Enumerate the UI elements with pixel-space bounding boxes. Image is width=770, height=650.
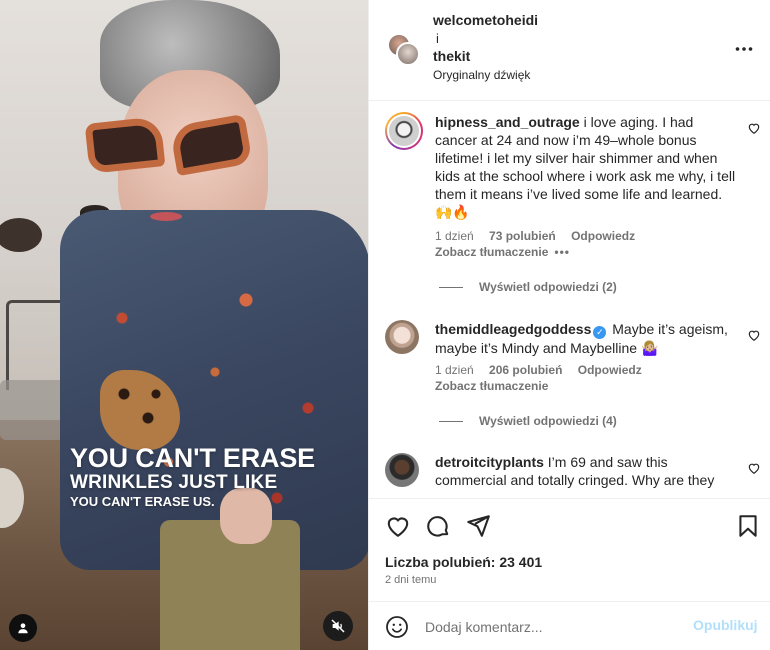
video-player[interactable]: YOU CAN'T ERASE WRINKLES JUST LIKE YOU C… — [0, 0, 368, 650]
comment-age[interactable]: 1 dzień — [435, 363, 474, 377]
avatar[interactable] — [385, 320, 419, 354]
lips — [150, 212, 182, 221]
divider — [439, 287, 463, 289]
comment-icon[interactable] — [425, 513, 451, 539]
heart-icon[interactable] — [747, 121, 761, 135]
comment-text: detroitcityplants I’m 69 and saw this co… — [435, 453, 739, 489]
overlay-line-2: WRINKLES JUST LIKE — [70, 472, 278, 493]
collab-avatars[interactable] — [387, 33, 421, 67]
comment-username[interactable]: hipness_and_outrage — [435, 114, 580, 130]
overlay-line-1: YOU CAN'T ERASE — [70, 443, 315, 473]
comments-list[interactable]: hipness_and_outrage i love aging. I had … — [369, 102, 770, 498]
comment-text: hipness_and_outrage i love aging. I had … — [435, 113, 739, 221]
left-lens — [84, 116, 166, 174]
avatar[interactable] — [396, 42, 420, 66]
author-username[interactable]: welcometoheidi — [433, 12, 538, 28]
action-bar: Liczba polubień: 23 401 2 dni temu — [369, 498, 770, 602]
heart-icon[interactable] — [747, 328, 761, 342]
person-figure — [40, 0, 368, 650]
overlay-line-3: YOU CAN'T ERASE US. — [70, 494, 215, 509]
collab-conjunction: i — [436, 31, 439, 46]
more-options-button[interactable] — [735, 36, 753, 56]
view-replies-button[interactable]: Wyświetl odpowiedzi (2) — [439, 280, 617, 294]
likes-count[interactable]: Liczba polubień: 23 401 — [385, 554, 542, 570]
comment-composer: Opublikuj — [369, 603, 770, 650]
comment-username[interactable]: themiddleagedgoddess — [435, 321, 591, 337]
collaborator-username[interactable]: thekit — [433, 48, 470, 64]
avatar-image — [387, 114, 421, 148]
sunglasses — [84, 112, 267, 177]
reply-button[interactable]: Odpowiedz — [571, 229, 635, 243]
bookmark-icon[interactable] — [735, 513, 761, 539]
heart-icon[interactable] — [747, 461, 761, 475]
audio-muted-icon — [331, 619, 345, 633]
audio-label[interactable]: Oryginalny dźwięk — [433, 68, 530, 82]
post-sidebar: welcometoheidi i thekit Oryginalny dźwię… — [368, 0, 770, 650]
view-replies-label[interactable]: Wyświetl odpowiedzi (4) — [479, 414, 617, 428]
comment-meta: 1 dzień 73 polubień Odpowiedz — [435, 229, 647, 243]
right-lens — [169, 113, 253, 177]
heart-icon[interactable] — [385, 513, 411, 539]
comment-meta: 1 dzień 206 polubień Odpowiedz — [435, 363, 654, 377]
post-timestamp[interactable]: 2 dni temu — [385, 574, 436, 586]
view-replies-button[interactable]: Wyświetl odpowiedzi (4) — [439, 414, 617, 428]
comment-options-button[interactable]: ••• — [554, 245, 570, 259]
mute-button[interactable] — [323, 611, 353, 641]
user-tag-icon — [18, 623, 28, 634]
comment-text: themiddleagedgoddess ✓ Maybe it’s ageism,… — [435, 320, 739, 357]
comment-age[interactable]: 1 dzień — [435, 229, 474, 243]
user-tag-button[interactable] — [9, 614, 37, 642]
comment-username[interactable]: detroitcityplants — [435, 454, 544, 470]
comment-likes[interactable]: 73 polubień — [489, 229, 556, 243]
translate-link[interactable]: Zobacz tłumaczenie ••• — [435, 245, 570, 259]
view-replies-label[interactable]: Wyświetl odpowiedzi (2) — [479, 280, 617, 294]
send-icon[interactable] — [465, 513, 491, 539]
comment-likes[interactable]: 206 polubień — [489, 363, 562, 377]
post-header: welcometoheidi i thekit Oryginalny dźwię… — [369, 0, 770, 101]
comment-input[interactable] — [425, 615, 685, 639]
avatar[interactable] — [385, 112, 423, 150]
video-caption-overlay: YOU CAN'T ERASE WRINKLES JUST LIKE YOU C… — [70, 443, 315, 511]
avatar[interactable] — [385, 453, 419, 487]
translate-label[interactable]: Zobacz tłumaczenie — [435, 245, 548, 259]
post-modal: YOU CAN'T ERASE WRINKLES JUST LIKE YOU C… — [0, 0, 770, 650]
more-horizontal-icon — [735, 47, 753, 51]
verified-icon: ✓ — [593, 326, 607, 339]
reply-button[interactable]: Odpowiedz — [578, 363, 642, 377]
divider — [439, 421, 463, 423]
translate-link[interactable]: Zobacz tłumaczenie — [435, 379, 548, 393]
emoji-icon[interactable] — [385, 615, 409, 639]
publish-button[interactable]: Opublikuj — [693, 617, 758, 633]
